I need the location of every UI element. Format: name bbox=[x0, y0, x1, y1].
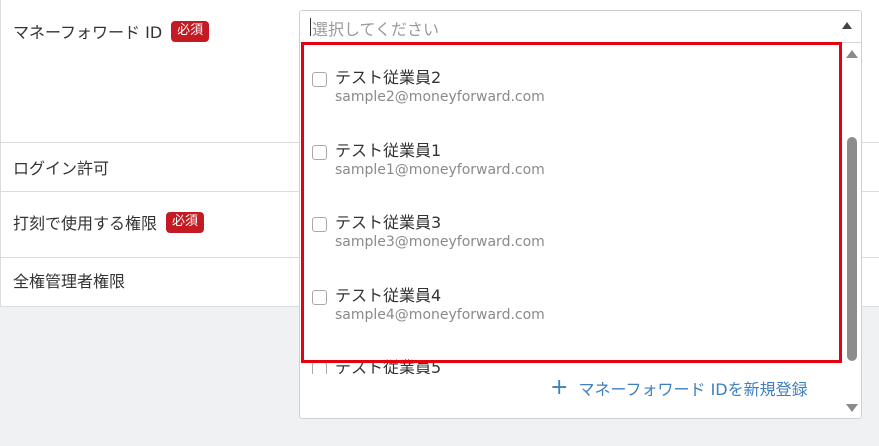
register-new-moneyforward-id-link[interactable]: + マネーフォワード IDを新規登録 bbox=[550, 376, 808, 400]
required-badge: 必須 bbox=[166, 211, 205, 233]
option-name: テスト従業員2 bbox=[335, 68, 442, 87]
moneyforward-id-label: マネーフォワード ID bbox=[13, 23, 163, 42]
chevron-up-icon[interactable] bbox=[842, 22, 852, 29]
scrollbar-thumb[interactable] bbox=[847, 137, 857, 361]
punch-permission-label: 打刻で使用する権限 bbox=[13, 214, 158, 233]
option-email: sample2@moneyforward.com bbox=[335, 89, 545, 105]
select-placeholder: 選択してください bbox=[312, 20, 440, 39]
scroll-down-arrow-icon[interactable] bbox=[846, 404, 858, 412]
full-admin-label: 全権管理者権限 bbox=[13, 272, 126, 291]
text-cursor bbox=[310, 18, 311, 36]
option-name: テスト従業員4 bbox=[335, 286, 442, 305]
list-item[interactable]: テスト従業員1 sample1@moneyforward.com bbox=[300, 117, 845, 189]
option-checkbox[interactable] bbox=[312, 362, 327, 374]
scroll-up-arrow-icon[interactable] bbox=[846, 50, 858, 58]
option-email: sample4@moneyforward.com bbox=[335, 307, 545, 323]
option-email: sample3@moneyforward.com bbox=[335, 234, 545, 250]
list-item[interactable]: テスト従業員2 sample2@moneyforward.com bbox=[300, 44, 845, 116]
option-checkbox[interactable] bbox=[312, 72, 327, 87]
options-scrollbar[interactable] bbox=[844, 44, 860, 418]
select-search-input[interactable]: 選択してください bbox=[300, 11, 861, 43]
option-name: テスト従業員3 bbox=[335, 213, 442, 232]
list-item[interactable]: テスト従業員4 sample4@moneyforward.com bbox=[300, 262, 845, 334]
register-new-label: マネーフォワード IDを新規登録 bbox=[578, 380, 808, 399]
required-badge: 必須 bbox=[171, 20, 210, 42]
option-name: テスト従業員5 bbox=[335, 358, 442, 374]
moneyforward-id-select[interactable]: 選択してください テスト従業員2 sample2@moneyforward.co… bbox=[299, 10, 862, 419]
option-checkbox[interactable] bbox=[312, 290, 327, 305]
option-name: テスト従業員1 bbox=[335, 141, 442, 160]
option-checkbox[interactable] bbox=[312, 145, 327, 160]
options-list: テスト従業員2 sample2@moneyforward.com テスト従業員1… bbox=[300, 44, 845, 374]
list-item[interactable]: テスト従業員3 sample3@moneyforward.com bbox=[300, 189, 845, 261]
list-item[interactable]: テスト従業員5 bbox=[300, 334, 845, 374]
option-checkbox[interactable] bbox=[312, 217, 327, 232]
plus-icon: + bbox=[550, 375, 569, 400]
option-email: sample1@moneyforward.com bbox=[335, 162, 545, 178]
login-permission-label: ログイン許可 bbox=[13, 159, 110, 178]
